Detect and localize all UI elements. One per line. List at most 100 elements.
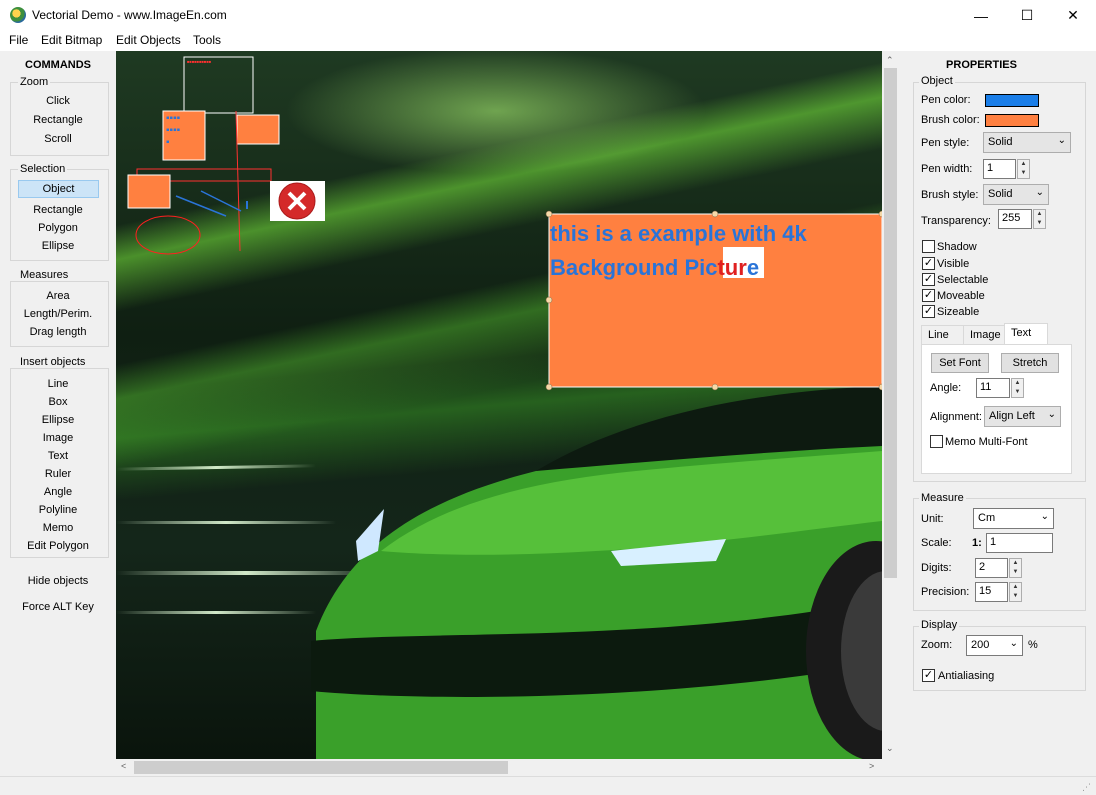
insert-ellipse-button[interactable]: Ellipse bbox=[12, 412, 104, 428]
precision-input[interactable]: 15 bbox=[975, 582, 1008, 602]
alignment-value: Align Left bbox=[989, 410, 1035, 422]
menu-file[interactable]: File bbox=[9, 33, 28, 47]
visible-checkbox[interactable]: ✓ bbox=[922, 257, 935, 270]
insert-image-button[interactable]: Image bbox=[12, 430, 104, 446]
insert-line-button[interactable]: Line bbox=[12, 376, 104, 392]
chevron-down-icon: ⌄ bbox=[1057, 135, 1066, 146]
digits-input[interactable]: 2 bbox=[975, 558, 1008, 578]
insert-angle-button[interactable]: Angle bbox=[12, 484, 104, 500]
zoom-rectangle-button[interactable]: Rectangle bbox=[12, 112, 104, 128]
text-segment-selected: tur bbox=[717, 255, 747, 280]
red-ellipse-object bbox=[135, 215, 201, 255]
transparency-input[interactable]: 255 bbox=[998, 209, 1032, 229]
zoom-label: Zoom: bbox=[921, 639, 953, 651]
resize-grip-icon[interactable]: ⋰ bbox=[1082, 782, 1091, 793]
vertical-scroll-thumb[interactable] bbox=[884, 68, 897, 578]
scroll-right-icon[interactable]: > bbox=[869, 761, 874, 771]
selectable-checkbox[interactable]: ✓ bbox=[922, 273, 935, 286]
scroll-left-icon[interactable]: < bbox=[121, 761, 126, 771]
precision-stepper[interactable]: ▲ ▼ bbox=[1009, 582, 1022, 602]
properties-header: PROPERTIES bbox=[946, 59, 1017, 71]
measure-area-button[interactable]: Area bbox=[12, 288, 104, 304]
zoom-select[interactable]: 200 ⌄ bbox=[966, 635, 1023, 656]
visible-label: Visible bbox=[937, 258, 970, 270]
insert-polyline-button[interactable]: Polyline bbox=[12, 502, 104, 518]
scroll-up-icon[interactable]: ⌃ bbox=[886, 55, 894, 66]
close-button[interactable]: ✕ bbox=[1050, 0, 1096, 31]
pen-color-swatch[interactable] bbox=[985, 94, 1039, 107]
text-object-line1: this is a example with 4k bbox=[550, 221, 807, 246]
select-ellipse-button[interactable]: Ellipse bbox=[12, 238, 104, 254]
angle-stepper[interactable]: ▲ ▼ bbox=[1011, 378, 1024, 398]
digits-stepper[interactable]: ▲ ▼ bbox=[1009, 558, 1022, 578]
text-object[interactable]: this is a example with 4k Background Pic… bbox=[550, 217, 807, 285]
unit-value: Cm bbox=[978, 512, 996, 524]
zoom-scroll-button[interactable]: Scroll bbox=[12, 131, 104, 147]
force-alt-key-button[interactable]: Force ALT Key bbox=[12, 599, 104, 615]
minimize-button[interactable]: — bbox=[958, 0, 1004, 31]
angle-label: Angle: bbox=[930, 382, 962, 394]
sizeable-label: Sizeable bbox=[937, 306, 980, 318]
insert-text-button[interactable]: Text bbox=[12, 448, 104, 464]
pen-width-input[interactable]: 1 bbox=[983, 159, 1016, 179]
brush-color-swatch[interactable] bbox=[985, 114, 1039, 127]
measure-drag-length-button[interactable]: Drag length bbox=[12, 324, 104, 340]
vector-layer: ■■■■■■■■■■ ▪▪▪▪ ▪▪▪▪ ▪ bbox=[127, 56, 882, 759]
pen-style-value: Solid bbox=[988, 136, 1013, 148]
memo-multi-font-checkbox[interactable] bbox=[930, 435, 943, 448]
menu-edit-objects[interactable]: Edit Objects bbox=[116, 33, 181, 47]
zoom-click-button[interactable]: Click bbox=[12, 93, 104, 109]
text-segment: e bbox=[746, 255, 760, 280]
moveable-label: Moveable bbox=[937, 290, 985, 302]
measure-length-button[interactable]: Length/Perim. bbox=[12, 306, 104, 322]
pen-width-stepper[interactable]: ▲ ▼ bbox=[1017, 159, 1030, 179]
brush-style-select[interactable]: Solid ⌄ bbox=[983, 184, 1049, 205]
scroll-down-icon[interactable]: ⌄ bbox=[886, 743, 894, 754]
moveable-checkbox[interactable]: ✓ bbox=[922, 289, 935, 302]
menu-edit-bitmap[interactable]: Edit Bitmap bbox=[41, 33, 102, 47]
unit-select[interactable]: Cm ⌄ bbox=[973, 508, 1054, 529]
orange-small-box bbox=[127, 174, 171, 209]
transparency-stepper[interactable]: ▲ ▼ bbox=[1033, 209, 1046, 229]
sizeable-checkbox[interactable]: ✓ bbox=[922, 305, 935, 318]
digits-label: Digits: bbox=[921, 562, 952, 574]
angle-input[interactable]: 11 bbox=[976, 378, 1010, 398]
insert-memo-button[interactable]: Memo bbox=[12, 520, 104, 536]
scale-input[interactable]: 1 bbox=[986, 533, 1053, 553]
text-object-line2: Background Picture bbox=[550, 251, 807, 285]
window-title: Vectorial Demo - www.ImageEn.com bbox=[32, 8, 227, 22]
app-icon bbox=[10, 7, 26, 23]
status-bar bbox=[0, 776, 1096, 795]
tab-text[interactable]: Text bbox=[1004, 323, 1048, 344]
edit-polygon-button[interactable]: Edit Polygon bbox=[12, 538, 104, 554]
select-rectangle-button[interactable]: Rectangle bbox=[12, 202, 104, 218]
shadow-checkbox[interactable] bbox=[922, 240, 935, 253]
maximize-icon: ☐ bbox=[1020, 7, 1034, 23]
chevron-down-icon: ⌄ bbox=[1047, 409, 1056, 420]
blue-glyphs: ▪ bbox=[166, 137, 170, 148]
stretch-button[interactable]: Stretch bbox=[1001, 353, 1059, 373]
select-object-button[interactable]: Object bbox=[18, 180, 99, 198]
set-font-button[interactable]: Set Font bbox=[931, 353, 989, 373]
zoom-value: 200 bbox=[971, 639, 990, 651]
shadow-label: Shadow bbox=[937, 241, 977, 253]
tab-image[interactable]: Image bbox=[963, 325, 1006, 345]
tiny-red-text: ■■■■■■■■■■ bbox=[187, 59, 212, 64]
pen-style-select[interactable]: Solid ⌄ bbox=[983, 132, 1071, 153]
antialiasing-checkbox[interactable]: ✓ bbox=[922, 669, 935, 682]
maximize-button[interactable]: ☐ bbox=[1004, 0, 1050, 31]
insert-box-button[interactable]: Box bbox=[12, 394, 104, 410]
minimize-icon: — bbox=[974, 7, 988, 24]
image-canvas[interactable]: ■■■■■■■■■■ ▪▪▪▪ ▪▪▪▪ ▪ this is a example… bbox=[116, 51, 882, 759]
select-polygon-button[interactable]: Polygon bbox=[12, 220, 104, 236]
horizontal-scroll-thumb[interactable] bbox=[134, 761, 508, 774]
white-frame-object bbox=[183, 56, 254, 114]
alignment-select[interactable]: Align Left ⌄ bbox=[984, 406, 1061, 427]
transparency-label: Transparency: bbox=[921, 215, 991, 227]
tab-line[interactable]: Line bbox=[921, 325, 964, 345]
blue-marker bbox=[246, 201, 248, 209]
chevron-down-icon: ⌄ bbox=[1035, 187, 1044, 198]
menu-tools[interactable]: Tools bbox=[193, 33, 221, 47]
hide-objects-button[interactable]: Hide objects bbox=[12, 573, 104, 589]
insert-ruler-button[interactable]: Ruler bbox=[12, 466, 104, 482]
